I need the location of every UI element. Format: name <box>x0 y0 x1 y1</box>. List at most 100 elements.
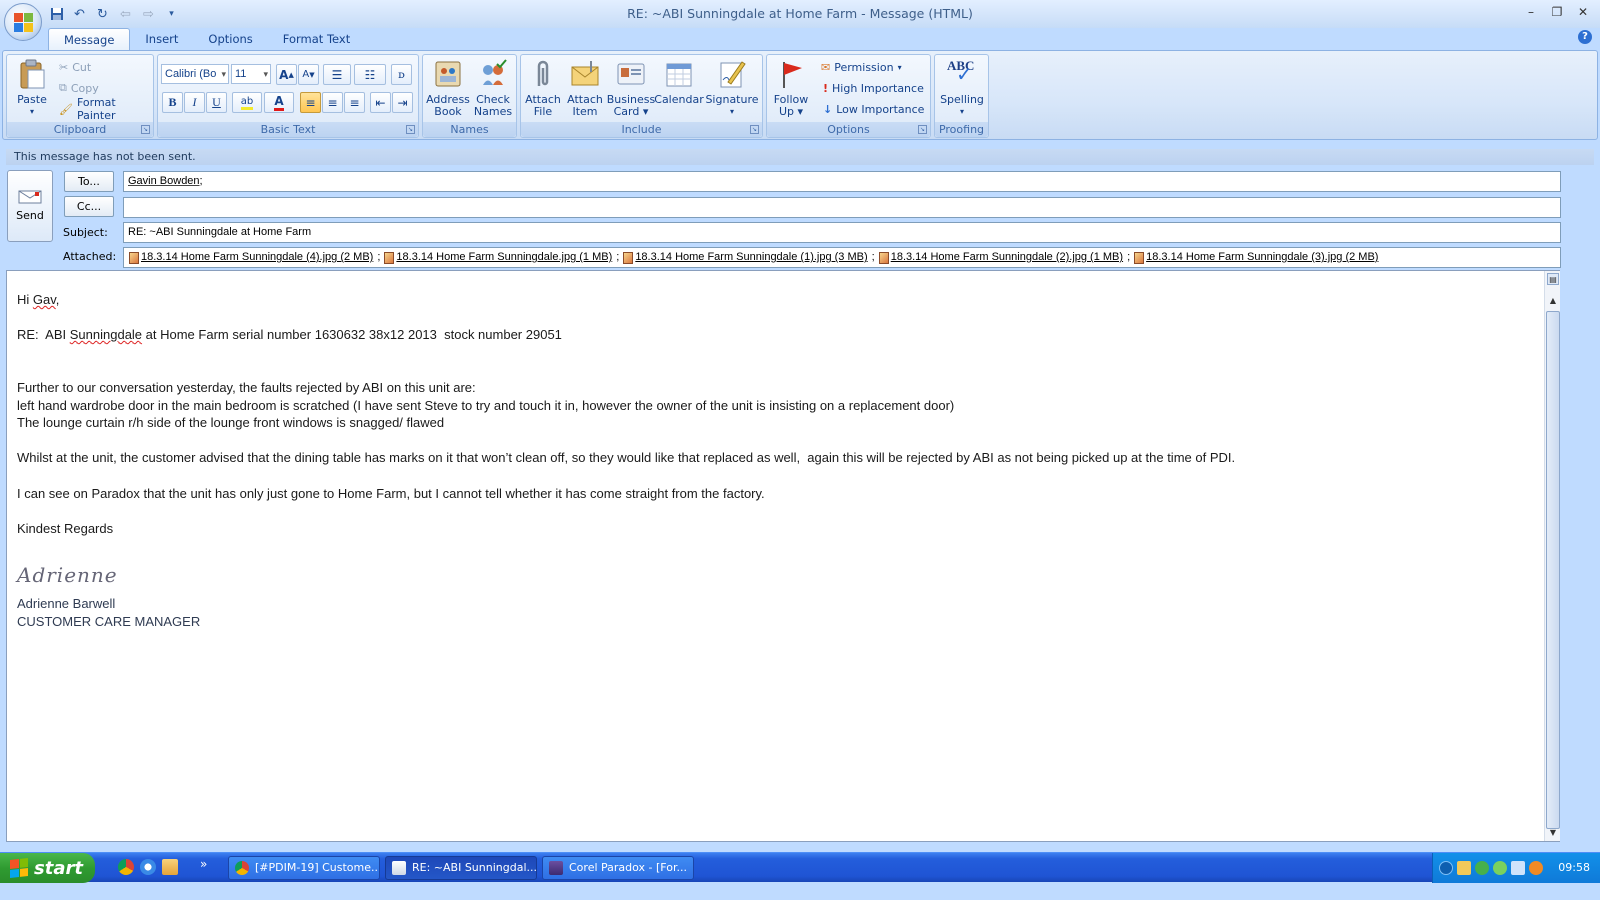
signature-title: CUSTOMER CARE MANAGER <box>17 613 201 629</box>
dialog-launcher-icon[interactable]: ↘ <box>918 125 927 134</box>
chrome-icon[interactable] <box>118 859 134 875</box>
tray-app-icon[interactable] <box>1529 861 1543 875</box>
paste-button[interactable]: Paste ▾ <box>10 58 54 118</box>
attach-item-button[interactable]: Attach Item <box>565 58 605 118</box>
signature-button[interactable]: Signature ▾ <box>705 58 759 118</box>
taskbar-item-chrome[interactable]: [#PDIM-19] Custome... <box>228 856 380 880</box>
grow-font-button[interactable]: A ▲ <box>276 64 297 85</box>
shrink-font-button[interactable]: A ▼ <box>298 64 319 85</box>
font-name-select[interactable]: Calibri (Bo <box>161 64 229 84</box>
tray-status-icon[interactable] <box>1493 861 1507 875</box>
tab-format-text[interactable]: Format Text <box>268 28 365 51</box>
ruler-toggle-icon[interactable]: ▤ <box>1547 273 1559 285</box>
increase-indent-button[interactable]: ⇥ <box>392 92 413 113</box>
attach-file-button[interactable]: Attach File <box>523 58 563 118</box>
tray-security-icon[interactable] <box>1475 861 1489 875</box>
permission-label: Permission <box>834 60 894 74</box>
reference-line: RE: ABI Sunningdale at Home Farm serial … <box>17 327 562 343</box>
clipboard-group: Paste ▾ ✂ Cut ⧉ Copy 🖌 Format Painter Cl… <box>6 54 154 138</box>
cc-button[interactable]: Cc... <box>64 196 114 217</box>
check-names-label-2: Names <box>473 105 513 118</box>
spelling-button[interactable]: ABC ✓ Spelling ▾ <box>937 58 987 118</box>
permission-button[interactable]: ✉ Permission ▾ <box>821 57 902 77</box>
dialog-launcher-icon[interactable]: ↘ <box>750 125 759 134</box>
cut-button[interactable]: ✂ Cut <box>59 57 91 77</box>
permission-icon: ✉ <box>821 60 831 74</box>
send-button[interactable]: Send <box>7 170 53 242</box>
tray-expand-icon[interactable] <box>1439 861 1453 875</box>
vertical-scrollbar[interactable]: ▤ ▲ ▼ <box>1544 271 1560 841</box>
recipient-chip[interactable]: Gavin Bowden <box>128 175 200 187</box>
font-size-select[interactable]: 11 <box>231 64 271 84</box>
greeting-line: Hi Gav, <box>17 292 60 307</box>
to-button[interactable]: To... <box>64 171 114 192</box>
subject-field[interactable]: RE: ~ABI Sunningdale at Home Farm <box>123 222 1561 243</box>
closing-line: Kindest Regards <box>17 520 114 536</box>
scroll-up-icon[interactable]: ▲ <box>1547 295 1559 307</box>
calendar-button[interactable]: Calendar <box>654 58 704 106</box>
low-importance-button[interactable]: ↓ Low Importance <box>823 99 924 119</box>
signature-label: Signature <box>705 93 759 106</box>
taskbar-item-paradox[interactable]: Corel Paradox - [For... <box>542 856 694 880</box>
check-names-button[interactable]: Check Names <box>471 58 515 118</box>
align-right-button[interactable]: ≡ <box>344 92 365 113</box>
bold-button[interactable]: B <box>162 92 183 113</box>
paperclip-icon <box>537 60 549 86</box>
image-file-icon <box>1134 251 1145 264</box>
more-quick-launch-icon[interactable]: » <box>200 857 207 871</box>
format-painter-button[interactable]: 🖌 Format Painter <box>59 96 153 122</box>
taskbar-item-message[interactable]: RE: ~ABI Sunningdal... <box>385 856 537 880</box>
follow-up-button[interactable]: Follow Up ▾ <box>769 58 813 118</box>
attachment-item[interactable]: 18.3.14 Home Farm Sunningdale (2).jpg (1… <box>878 248 1123 267</box>
to-field[interactable]: Gavin Bowden; <box>123 171 1561 192</box>
close-icon[interactable]: ✕ <box>1572 2 1594 22</box>
calendar-icon <box>666 63 692 87</box>
tab-options[interactable]: Options <box>193 28 267 51</box>
clear-formatting-button[interactable]: ꭰ <box>391 64 412 85</box>
business-card-button[interactable]: Business Card ▾ <box>607 58 655 118</box>
font-color-button[interactable]: A <box>264 92 294 113</box>
start-button[interactable]: start <box>0 853 95 883</box>
check-names-icon <box>483 59 507 85</box>
restore-icon[interactable]: ❐ <box>1546 2 1568 22</box>
cc-field[interactable] <box>123 197 1561 218</box>
dialog-launcher-icon[interactable]: ↘ <box>141 125 150 134</box>
address-book-button[interactable]: Address Book <box>425 58 471 118</box>
tab-message[interactable]: Message <box>48 28 131 51</box>
minimize-icon[interactable]: – <box>1520 2 1542 22</box>
copy-button[interactable]: ⧉ Copy <box>59 78 99 98</box>
names-group-label: Names <box>423 122 516 137</box>
attachment-item[interactable]: 18.3.14 Home Farm Sunningdale (4).jpg (2… <box>129 248 373 267</box>
attachment-item[interactable]: 18.3.14 Home Farm Sunningdale (3).jpg (2… <box>1134 248 1378 267</box>
misspelled-word: Sunningdale <box>69 327 143 343</box>
outlook-icon[interactable] <box>162 859 178 875</box>
tab-insert[interactable]: Insert <box>130 28 193 51</box>
tray-mail-icon[interactable] <box>1457 861 1471 875</box>
paste-icon <box>20 59 45 89</box>
attachment-item[interactable]: 18.3.14 Home Farm Sunningdale (1).jpg (3… <box>623 248 868 267</box>
scissors-icon: ✂ <box>59 60 69 74</box>
numbering-button[interactable]: ☷ <box>354 64 386 85</box>
message-body[interactable]: Hi Gav, RE: ABI Sunningdale at Home Farm… <box>6 270 1560 842</box>
highlight-button[interactable]: ab <box>232 92 262 113</box>
tray-network-icon[interactable] <box>1511 861 1525 875</box>
decrease-indent-button[interactable]: ⇤ <box>370 92 391 113</box>
high-importance-label: High Importance <box>832 81 924 95</box>
help-icon[interactable]: ? <box>1578 30 1592 44</box>
bullets-button[interactable]: ☰ <box>323 64 351 85</box>
high-importance-button[interactable]: ! High Importance <box>823 78 924 98</box>
scroll-down-icon[interactable]: ▼ <box>1547 827 1559 839</box>
align-left-button[interactable]: ≡ <box>300 92 321 113</box>
attachment-item[interactable]: 18.3.14 Home Farm Sunningdale.jpg (1 MB) <box>384 248 612 267</box>
attach-file-label-2: File <box>533 105 553 118</box>
office-button[interactable] <box>4 3 42 41</box>
underline-button[interactable]: U <box>206 92 227 113</box>
internet-explorer-icon[interactable] <box>140 859 156 875</box>
align-center-button[interactable]: ≡ <box>322 92 343 113</box>
italic-button[interactable]: I <box>184 92 205 113</box>
dialog-launcher-icon[interactable]: ↘ <box>406 125 415 134</box>
signature-name: Adrienne Barwell <box>17 595 116 611</box>
scroll-thumb[interactable] <box>1546 311 1560 829</box>
recipient-separator: ; <box>199 175 203 187</box>
system-tray: 09:58 <box>1432 853 1600 883</box>
